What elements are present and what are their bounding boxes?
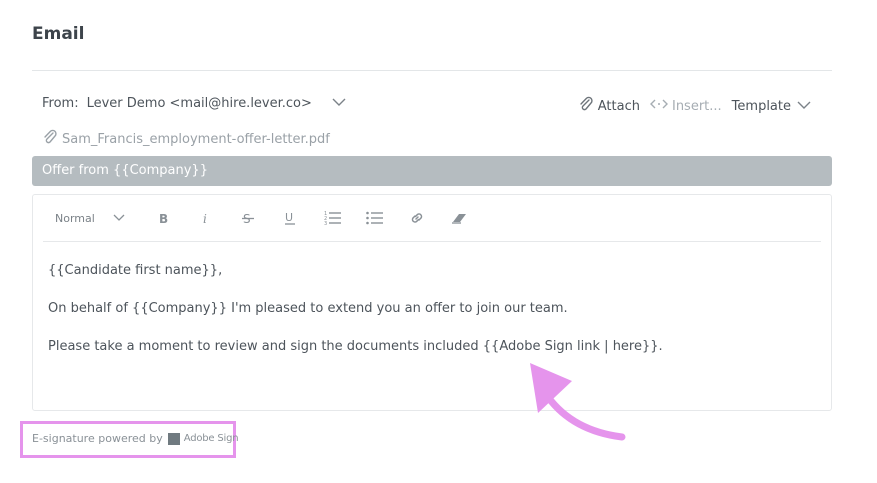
paperclip-icon <box>578 96 598 116</box>
code-icon <box>649 98 672 114</box>
svg-text:3: 3 <box>324 221 327 226</box>
chevron-down-icon[interactable] <box>332 96 346 111</box>
email-tools: Attach Insert... Template <box>568 96 815 116</box>
adobe-sign-logo-icon <box>167 432 180 445</box>
strikethrough-icon[interactable]: S <box>240 209 256 227</box>
subject-value: Offer from {{Company}} <box>42 163 208 178</box>
bold-icon[interactable]: B <box>156 209 172 227</box>
template-label: Template <box>731 98 791 114</box>
pointer-arrow-icon <box>530 363 626 441</box>
from-select[interactable]: Lever Demo <mail@hire.lever.co> <box>87 96 312 111</box>
insert-button[interactable]: Insert... <box>649 98 722 114</box>
body-line-sign: Please take a moment to review and sign … <box>48 339 663 354</box>
editor-toolbar: Normal B i S U 123 <box>43 195 821 242</box>
email-body-editor[interactable]: Normal B i S U 123 {{Candidate first nam… <box>32 194 832 411</box>
bullet-list-icon[interactable] <box>365 209 385 227</box>
body-line-offer: On behalf of {{Company}} I'm pleased to … <box>48 301 568 316</box>
insert-label: Insert... <box>671 98 722 114</box>
underline-icon[interactable]: U <box>282 209 298 227</box>
attach-label: Attach <box>597 98 640 114</box>
format-select[interactable]: Normal <box>55 209 125 227</box>
chevron-down-icon <box>113 212 125 225</box>
from-label: From: <box>42 96 79 111</box>
ordered-list-icon[interactable]: 123 <box>323 209 343 227</box>
attach-button[interactable]: Attach <box>578 96 640 116</box>
section-title: Email <box>32 24 85 44</box>
chevron-down-icon <box>797 99 815 114</box>
attachment-filename: Sam_Francis_employment-offer-letter.pdf <box>62 131 330 147</box>
subject-field[interactable]: Offer from {{Company}} <box>32 156 832 186</box>
paperclip-icon <box>42 129 62 149</box>
esignature-brand: Adobe Sign <box>183 433 239 444</box>
attachment-item[interactable]: Sam_Francis_employment-offer-letter.pdf <box>42 129 330 149</box>
format-label: Normal <box>55 211 95 225</box>
template-dropdown[interactable]: Template <box>732 99 815 114</box>
divider <box>32 70 832 71</box>
svg-text:U: U <box>285 211 293 224</box>
link-icon[interactable] <box>408 209 426 227</box>
svg-text:B: B <box>159 212 168 225</box>
from-row: From: Lever Demo <mail@hire.lever.co> <box>42 96 346 111</box>
body-line-greeting: {{Candidate first name}}, <box>48 263 223 278</box>
esignature-label: E-signature powered by <box>32 432 163 445</box>
clear-format-icon[interactable] <box>450 209 468 227</box>
svg-text:i: i <box>203 212 207 225</box>
esignature-credit: E-signature powered by Adobe Sign <box>32 432 239 445</box>
esignature-highlight: E-signature powered by Adobe Sign <box>20 421 239 458</box>
italic-icon[interactable]: i <box>198 209 214 227</box>
